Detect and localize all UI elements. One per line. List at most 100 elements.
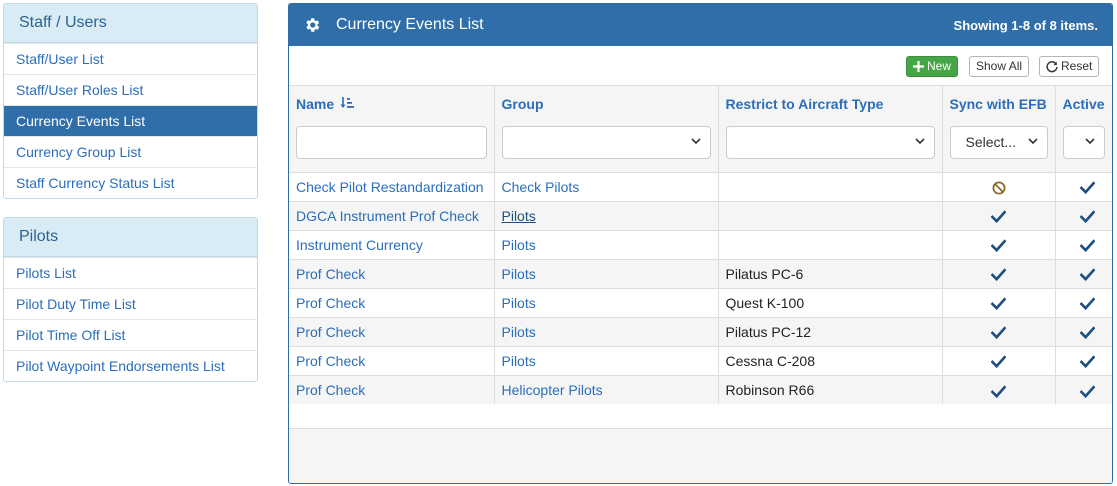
sidebar-item-currency-group-list[interactable]: Currency Group List bbox=[4, 136, 257, 167]
cell-sync-efb bbox=[942, 374, 1056, 404]
sort-ascending-icon bbox=[340, 97, 355, 108]
chevron-down-icon bbox=[1027, 138, 1038, 145]
group-link[interactable]: Pilots bbox=[502, 324, 536, 340]
cell-name: DGCA Instrument Prof Check bbox=[289, 200, 495, 230]
results-summary: Showing 1-8 of 8 items. bbox=[953, 17, 1098, 33]
filter-cell-group bbox=[494, 122, 719, 172]
check-icon bbox=[1079, 181, 1096, 195]
table-row[interactable]: Check Pilot Restandardization Check Pilot… bbox=[289, 171, 1112, 201]
ban-icon bbox=[992, 181, 1005, 195]
cell-group: Check Pilots bbox=[494, 171, 719, 201]
staff-users-heading: Staff / Users bbox=[4, 4, 257, 43]
group-link[interactable]: Pilots bbox=[502, 266, 536, 282]
cell-active bbox=[1055, 171, 1112, 201]
cell-active bbox=[1055, 200, 1112, 230]
chevron-down-icon bbox=[914, 138, 925, 145]
table-row[interactable]: Prof Check Pilots Pilatus PC-6 bbox=[289, 258, 1112, 288]
chevron-down-icon bbox=[1084, 138, 1095, 145]
filter-cell-sync-efb: Select... bbox=[942, 122, 1056, 172]
group-link[interactable]: Pilots bbox=[502, 208, 536, 224]
cell-name: Prof Check bbox=[289, 316, 495, 346]
event-name-link[interactable]: DGCA Instrument Prof Check bbox=[296, 208, 479, 224]
sync-efb-filter-select[interactable]: Select... bbox=[949, 126, 1048, 159]
event-name-link[interactable]: Check Pilot Restandardization bbox=[296, 179, 484, 195]
cell-aircraft-type bbox=[718, 171, 943, 201]
chevron-down-icon bbox=[690, 138, 701, 145]
check-icon bbox=[990, 384, 1007, 398]
reset-button-label: Reset bbox=[1061, 59, 1093, 73]
check-icon bbox=[1079, 384, 1096, 398]
cell-group: Pilots bbox=[494, 258, 719, 288]
staff-users-panel: Staff / Users Staff/User List Staff/User… bbox=[3, 3, 258, 199]
panel-footer bbox=[289, 428, 1112, 483]
check-icon bbox=[1079, 297, 1096, 311]
column-header-active[interactable]: Active bbox=[1055, 86, 1112, 122]
column-header-aircraft-type[interactable]: Restrict to Aircraft Type bbox=[718, 86, 943, 122]
cell-name: Prof Check bbox=[289, 345, 495, 375]
column-header-sync-efb[interactable]: Sync with EFB bbox=[942, 86, 1056, 122]
cell-aircraft-type: Quest K-100 bbox=[718, 287, 943, 317]
filter-cell-aircraft-type bbox=[718, 122, 943, 172]
table-row[interactable]: Instrument Currency Pilots bbox=[289, 229, 1112, 259]
panel-title: Currency Events List bbox=[336, 16, 484, 33]
table-row[interactable]: DGCA Instrument Prof Check Pilots bbox=[289, 200, 1112, 230]
column-header-group[interactable]: Group bbox=[494, 86, 719, 122]
name-filter-input[interactable] bbox=[296, 126, 487, 159]
currency-events-panel: Currency Events List Showing 1-8 of 8 it… bbox=[288, 3, 1113, 484]
group-link[interactable]: Pilots bbox=[502, 237, 536, 253]
panel-header: Currency Events List Showing 1-8 of 8 it… bbox=[289, 4, 1112, 46]
cell-aircraft-type bbox=[718, 229, 943, 259]
active-filter-select[interactable] bbox=[1062, 126, 1105, 159]
cell-name: Prof Check bbox=[289, 258, 495, 288]
new-button[interactable]: New bbox=[906, 56, 959, 77]
sidebar-item-staff-user-list[interactable]: Staff/User List bbox=[4, 43, 257, 74]
aircraft-type-filter-select[interactable] bbox=[725, 126, 935, 159]
cell-active bbox=[1055, 345, 1112, 375]
cell-group: Pilots bbox=[494, 229, 719, 259]
event-name-link[interactable]: Prof Check bbox=[296, 382, 365, 398]
check-icon bbox=[990, 297, 1007, 311]
table-row[interactable]: Prof Check Helicopter Pilots Robinson R66 bbox=[289, 374, 1112, 404]
group-filter-select[interactable] bbox=[501, 126, 711, 159]
table-row[interactable]: Prof Check Pilots Pilatus PC-12 bbox=[289, 316, 1112, 346]
cell-active bbox=[1055, 258, 1112, 288]
gear-icon bbox=[306, 18, 320, 32]
sidebar-item-pilot-waypoint-endorsements-list[interactable]: Pilot Waypoint Endorsements List bbox=[4, 350, 257, 381]
pilots-panel: Pilots Pilots List Pilot Duty Time List … bbox=[3, 217, 258, 382]
cell-sync-efb bbox=[942, 200, 1056, 230]
column-header-name-label: Name bbox=[296, 96, 335, 112]
sidebar-item-pilots-list[interactable]: Pilots List bbox=[4, 257, 257, 288]
event-name-link[interactable]: Prof Check bbox=[296, 295, 365, 311]
group-link[interactable]: Helicopter Pilots bbox=[502, 382, 603, 398]
sidebar-item-staff-currency-status-list[interactable]: Staff Currency Status List bbox=[4, 167, 257, 198]
cell-sync-efb bbox=[942, 287, 1056, 317]
cell-aircraft-type: Pilatus PC-12 bbox=[718, 316, 943, 346]
table-row[interactable]: Prof Check Pilots Cessna C-208 bbox=[289, 345, 1112, 375]
table-row[interactable]: Prof Check Pilots Quest K-100 bbox=[289, 287, 1112, 317]
check-icon bbox=[990, 210, 1007, 224]
column-header-name[interactable]: Name bbox=[289, 86, 495, 122]
filter-cell-name bbox=[289, 122, 495, 172]
group-link[interactable]: Check Pilots bbox=[502, 179, 580, 195]
sidebar-item-staff-user-roles-list[interactable]: Staff/User Roles List bbox=[4, 74, 257, 105]
check-icon bbox=[1079, 268, 1096, 282]
currency-events-table: Name Group Restrict to Aircraft Type Syn… bbox=[289, 86, 1112, 404]
event-name-link[interactable]: Prof Check bbox=[296, 266, 365, 282]
cell-name: Check Pilot Restandardization bbox=[289, 171, 495, 201]
event-name-link[interactable]: Prof Check bbox=[296, 353, 365, 369]
sidebar-item-pilot-duty-time-list[interactable]: Pilot Duty Time List bbox=[4, 288, 257, 319]
sidebar-item-currency-events-list[interactable]: Currency Events List bbox=[4, 105, 257, 136]
group-link[interactable]: Pilots bbox=[502, 353, 536, 369]
event-name-link[interactable]: Instrument Currency bbox=[296, 237, 423, 253]
show-all-button[interactable]: Show All bbox=[969, 56, 1030, 77]
cell-active bbox=[1055, 229, 1112, 259]
check-icon bbox=[1079, 210, 1096, 224]
event-name-link[interactable]: Prof Check bbox=[296, 324, 365, 340]
sidebar-item-pilot-time-off-list[interactable]: Pilot Time Off List bbox=[4, 319, 257, 350]
cell-group: Pilots bbox=[494, 200, 719, 230]
sync-efb-filter-value: Select... bbox=[965, 134, 1017, 150]
filter-cell-active bbox=[1055, 122, 1112, 172]
reset-button[interactable]: Reset bbox=[1039, 56, 1100, 77]
group-link[interactable]: Pilots bbox=[502, 295, 536, 311]
check-icon bbox=[990, 239, 1007, 253]
